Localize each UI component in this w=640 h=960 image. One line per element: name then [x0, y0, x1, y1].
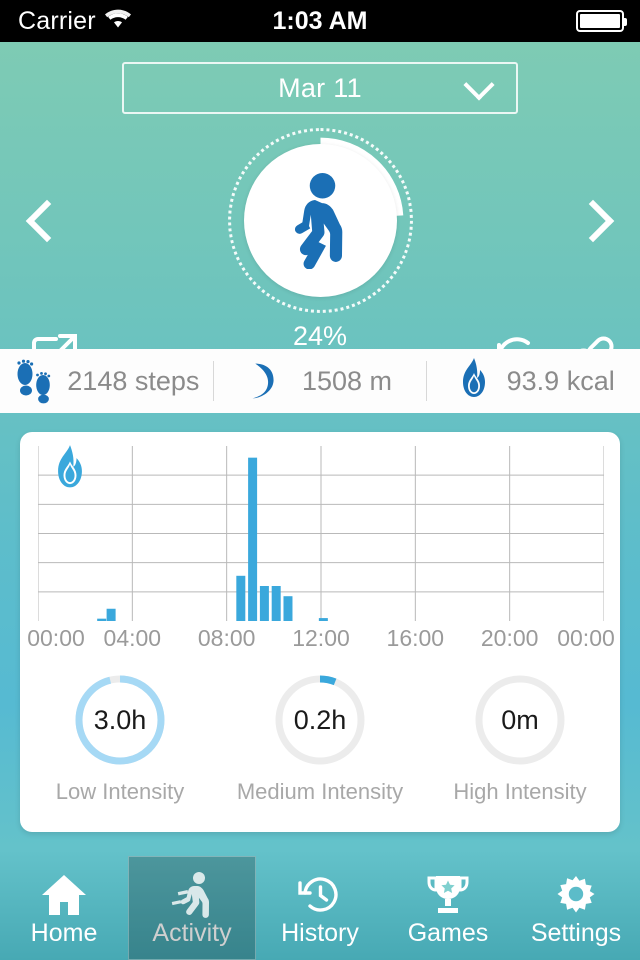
- chart-x-axis: 00:00 04:00 08:00 12:00 16:00 20:00 00:00: [20, 625, 620, 655]
- goal-progress-ring[interactable]: [228, 128, 413, 313]
- stat-calories: 93.9 kcal: [427, 358, 640, 404]
- date-selector[interactable]: Mar 11: [122, 62, 518, 114]
- tab-label: History: [281, 918, 359, 947]
- chart-canvas: [38, 446, 604, 621]
- tab-label: Home: [30, 918, 98, 947]
- stat-distance: 1508 m: [214, 358, 427, 404]
- intensity-ring-medium[interactable]: 0.2h Medium Intensity: [220, 672, 420, 805]
- history-icon: [296, 871, 344, 919]
- stat-steps: 2148 steps: [0, 358, 213, 404]
- tab-history[interactable]: History: [256, 856, 384, 960]
- x-tick-label: 04:00: [103, 625, 162, 651]
- calories-value: 93.9 kcal: [506, 365, 615, 396]
- calorie-burn-chart[interactable]: [38, 444, 604, 621]
- donut: 3.0h: [72, 672, 168, 768]
- x-tick-label: 12:00: [292, 625, 350, 651]
- tab-label: Activity: [152, 918, 232, 947]
- donut-caption: Medium Intensity: [236, 779, 404, 804]
- donut-value: 0m: [501, 704, 539, 735]
- flame-icon: [50, 444, 90, 496]
- tab-home[interactable]: Home: [0, 856, 128, 960]
- progress-hero: 24%: [0, 128, 640, 358]
- walking-person-icon: [294, 172, 342, 269]
- status-bar-right: [576, 10, 627, 32]
- tab-settings[interactable]: Settings: [512, 856, 640, 960]
- steps-value: 2148 steps: [67, 365, 200, 396]
- clock-label: 1:03 AM: [272, 6, 368, 35]
- x-tick-label: 00:00: [557, 625, 615, 651]
- ring-center: [244, 144, 397, 297]
- tab-label: Settings: [530, 918, 622, 947]
- status-bar: Carrier 1:03 AM: [0, 0, 640, 42]
- tab-games[interactable]: Games: [384, 856, 512, 960]
- chevron-left-icon[interactable]: [25, 199, 69, 243]
- donut-caption: High Intensity: [453, 779, 587, 804]
- donut: 0m: [472, 672, 568, 768]
- date-label: Mar 11: [278, 72, 362, 103]
- tab-bar: Home Activity History Games Settings: [0, 856, 640, 960]
- donut-value: 0.2h: [293, 704, 347, 735]
- chevron-down-icon: [463, 69, 495, 101]
- home-icon: [40, 871, 88, 919]
- distance-value: 1508 m: [301, 365, 393, 396]
- footprints-icon: [13, 358, 55, 404]
- trophy-icon: [424, 871, 472, 919]
- activity-screen: Mar 11 24% 2148 steps 1508 m 93.9 kcal 0…: [0, 42, 640, 960]
- activity-detail-card: 00:00 04:00 08:00 12:00 16:00 20:00 00:00 3.0h…: [20, 432, 620, 832]
- chevron-right-icon[interactable]: [571, 199, 615, 243]
- running-icon: [168, 871, 216, 919]
- gear-icon: [552, 871, 600, 919]
- stats-strip: 2148 steps 1508 m 93.9 kcal: [0, 349, 640, 413]
- tab-activity[interactable]: Activity: [128, 856, 256, 960]
- x-tick-label: 20:00: [480, 625, 539, 651]
- intensity-ring-high[interactable]: 0m High Intensity: [420, 672, 620, 805]
- donut-value: 3.0h: [93, 704, 147, 735]
- x-tick-label: 00:00: [27, 625, 85, 651]
- intensity-ring-low[interactable]: 3.0h Low Intensity: [20, 672, 220, 805]
- donut: 0.2h: [272, 672, 368, 768]
- progress-percent-label: 24%: [292, 321, 348, 351]
- intensity-rings: 3.0h Low Intensity 0.2h Medium Intensity 0m H…: [20, 672, 620, 822]
- flame-icon: [453, 358, 495, 404]
- tab-label: Games: [407, 918, 489, 947]
- x-tick-label: 08:00: [197, 625, 256, 651]
- route-path-icon: [248, 358, 290, 404]
- battery-icon: [576, 10, 627, 32]
- donut-caption: Low Intensity: [55, 779, 185, 804]
- x-tick-label: 16:00: [386, 625, 445, 651]
